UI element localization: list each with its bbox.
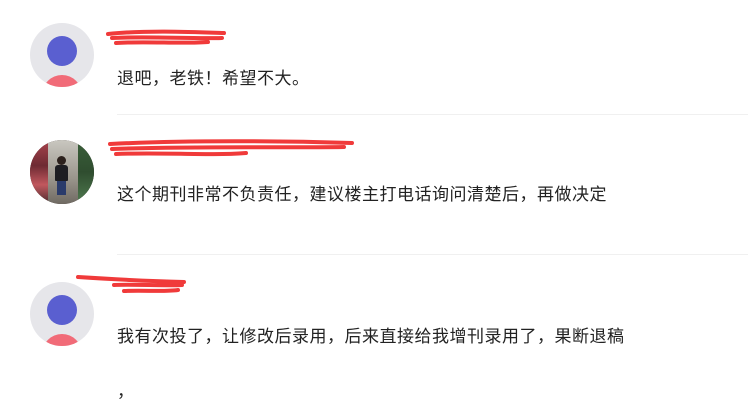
photo-person-body <box>55 165 68 181</box>
comment-item: 退吧，老铁！希望不大。 <box>0 0 748 115</box>
photo-person-legs <box>57 181 66 195</box>
comment-text: 这个期刊非常不负责任，建议楼主打电话询问清楚后，再做决定 <box>117 185 607 205</box>
photo-shelf-left <box>30 140 48 204</box>
username-redaction-scribble <box>108 139 354 157</box>
username-redaction-scribble <box>106 29 226 45</box>
avatar-head-shape <box>47 295 77 325</box>
comment-item: 我有次投了，让修改后录用，后来直接给我增刊录用了，果断退稿 ， <box>0 255 748 402</box>
comment-item: 这个期刊非常不负责任，建议楼主打电话询问清楚后，再做决定 <box>0 115 748 255</box>
comment-text: 退吧，老铁！希望不大。 <box>117 69 310 89</box>
avatar-head-shape <box>47 36 77 66</box>
photo-shelf-right <box>78 140 94 204</box>
username-redaction-scribble <box>76 275 186 293</box>
comment-text: 我有次投了，让修改后录用，后来直接给我增刊录用了，果断退稿 <box>117 327 625 347</box>
avatar[interactable] <box>30 140 94 204</box>
photo-person-head <box>57 156 66 165</box>
avatar-body-shape <box>42 75 82 87</box>
avatar[interactable] <box>30 23 94 87</box>
comment-text-continuation: ， <box>117 382 135 402</box>
avatar-body-shape <box>42 334 82 346</box>
